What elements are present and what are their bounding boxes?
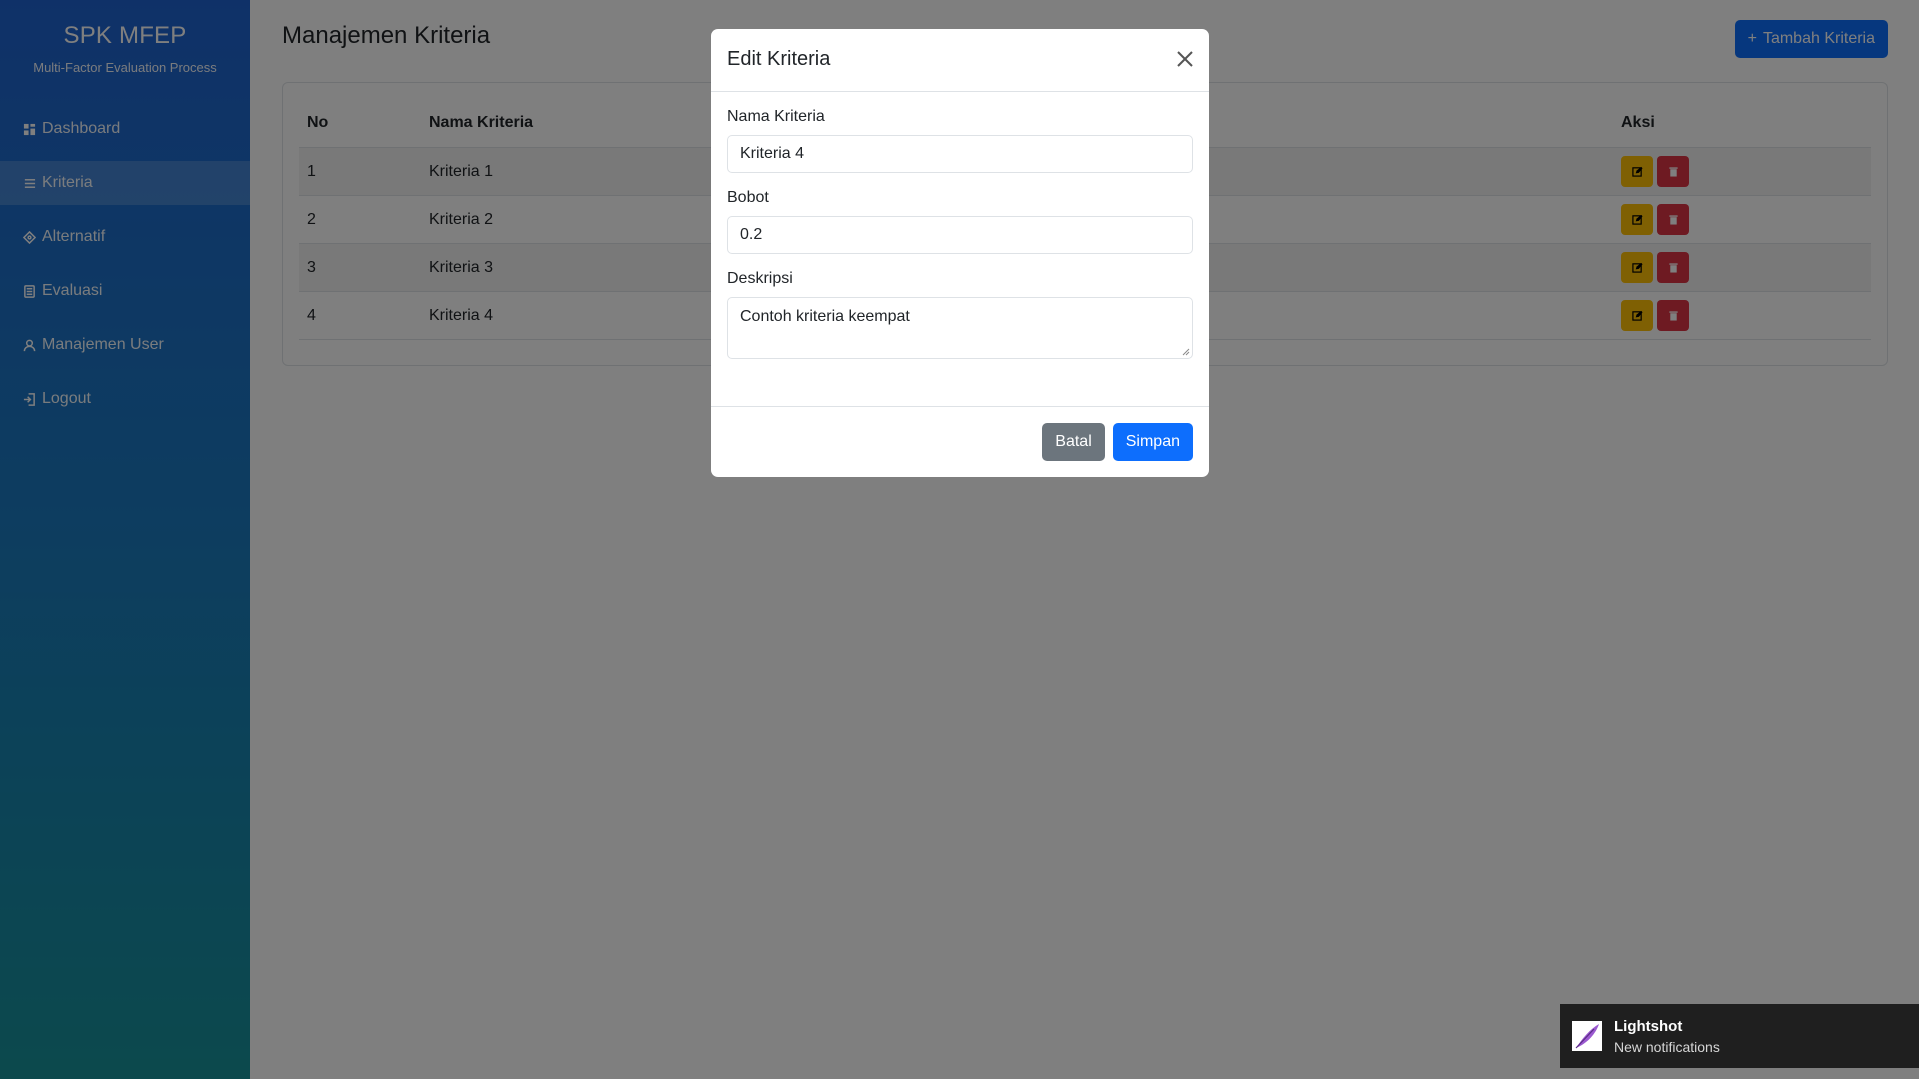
resize-handle-icon[interactable] — [1182, 348, 1190, 356]
edit-kriteria-modal: Edit Kriteria Nama Kriteria Kriteria 4 B… — [711, 29, 1209, 477]
deskripsi-label: Deskripsi — [727, 270, 793, 287]
modal-header: Edit Kriteria — [711, 29, 1209, 92]
close-icon — [1177, 51, 1193, 67]
nama-kriteria-input[interactable]: Kriteria 4 — [727, 135, 1193, 173]
toast-title: Lightshot — [1614, 1017, 1683, 1035]
cancel-button[interactable]: Batal — [1042, 423, 1105, 461]
lightshot-feather-icon — [1572, 1021, 1602, 1051]
modal-title: Edit Kriteria — [727, 48, 831, 70]
deskripsi-textarea[interactable]: Contoh kriteria keempat — [727, 297, 1193, 359]
notification-toast[interactable]: Lightshot New notifications — [1560, 1004, 1919, 1068]
close-button[interactable] — [1175, 49, 1195, 69]
modal-body: Nama Kriteria Kriteria 4 Bobot 0.2 Deskr… — [711, 92, 1209, 391]
nama-kriteria-label: Nama Kriteria — [727, 108, 825, 125]
toast-text: New notifications — [1614, 1038, 1720, 1055]
save-button[interactable]: Simpan — [1112, 423, 1193, 461]
bobot-input[interactable]: 0.2 — [727, 216, 1193, 254]
bobot-label: Bobot — [727, 189, 769, 206]
toast-content: Lightshot New notifications — [1614, 1018, 1720, 1055]
deskripsi-value: Contoh kriteria keempat — [740, 308, 910, 325]
modal-footer: Batal Simpan — [711, 406, 1209, 477]
